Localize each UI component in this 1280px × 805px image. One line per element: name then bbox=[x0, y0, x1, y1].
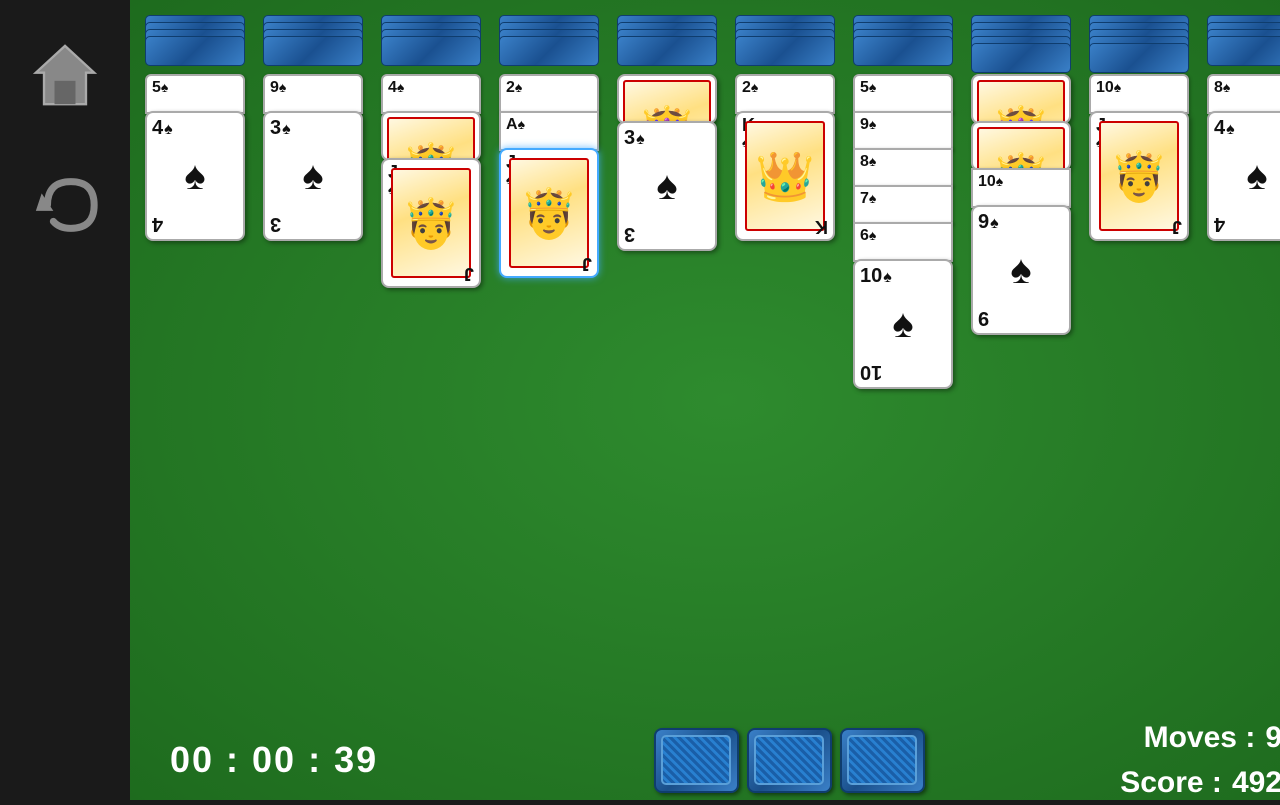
table-row[interactable]: K ♠ 👑 K bbox=[735, 111, 835, 241]
table-row[interactable]: Q ♠ 👸 bbox=[617, 74, 717, 124]
table-row[interactable]: J ♠ 🤴 J bbox=[381, 158, 481, 288]
table-row[interactable]: A♠ bbox=[499, 111, 599, 151]
table-row[interactable]: 9♠ bbox=[263, 74, 363, 114]
table-row[interactable]: 8♠ bbox=[1207, 74, 1280, 114]
column-4: 2♠ A♠ J ♠ 🤴 J bbox=[494, 15, 604, 278]
table-row[interactable]: 2♠ bbox=[735, 74, 835, 114]
columns-area: 5♠ 4♠ ♠ 4 9♠ 3♠ ♠ 3 bbox=[130, 0, 1280, 720]
table-row[interactable]: J ♠ 🤴 J bbox=[499, 148, 599, 278]
status-bar: 00 : 00 : 39 Moves : 9 Score : 492 bbox=[130, 720, 1280, 800]
stock-card-2[interactable] bbox=[747, 728, 832, 793]
home-icon bbox=[30, 40, 100, 110]
undo-icon bbox=[30, 170, 100, 240]
column-10: 8♠ 4♠ ♠ 4 bbox=[1202, 15, 1280, 241]
stock-card-3[interactable] bbox=[840, 728, 925, 793]
stock-card-1[interactable] bbox=[654, 728, 739, 793]
table-row[interactable]: 10♠ ♠ 10 bbox=[853, 259, 953, 389]
moves-label: Moves : bbox=[1144, 715, 1256, 760]
table-row[interactable]: 9♠ ♠ 9 bbox=[971, 205, 1071, 335]
column-1: 5♠ 4♠ ♠ 4 bbox=[140, 15, 250, 241]
column-8: Q ♠ 👸 J ♠ 🤴 10♠ 9♠ ♠ 9 bbox=[966, 15, 1076, 335]
table-row[interactable]: 10♠ bbox=[971, 168, 1071, 208]
table-row[interactable]: 10♠ bbox=[1089, 74, 1189, 114]
home-button[interactable] bbox=[30, 40, 100, 110]
table-row[interactable]: J ♠ 🤴 bbox=[971, 121, 1071, 171]
table-row[interactable]: 4♠ ♠ 4 bbox=[145, 111, 245, 241]
table-row[interactable]: 4♠ ♠ 4 bbox=[1207, 111, 1280, 241]
table-row[interactable]: 6♠ bbox=[853, 222, 953, 262]
column-9: 10♠ J ♠ 🤴 J bbox=[1084, 15, 1194, 241]
score-value: 492 bbox=[1232, 760, 1280, 805]
table-row[interactable]: 2♠ bbox=[499, 74, 599, 114]
table-row[interactable]: 3♠ ♠ 3 bbox=[617, 121, 717, 251]
table-row[interactable]: 3♠ ♠ 3 bbox=[263, 111, 363, 241]
table-row[interactable]: 5♠ bbox=[145, 74, 245, 114]
column-5: Q ♠ 👸 3♠ ♠ 3 bbox=[612, 15, 722, 251]
undo-button[interactable] bbox=[30, 170, 100, 240]
stock-pile[interactable] bbox=[654, 728, 925, 793]
table-row[interactable]: 7♠ bbox=[853, 185, 953, 225]
table-row[interactable]: 8♠ bbox=[853, 148, 953, 188]
moves-value: 9 bbox=[1265, 715, 1280, 760]
score-label: Score : bbox=[1120, 760, 1222, 805]
table-row[interactable]: J ♠ 🤴 J bbox=[1089, 111, 1189, 241]
table-row[interactable]: Q ♠ 👸 bbox=[971, 74, 1071, 124]
column-6: 2♠ K ♠ 👑 K bbox=[730, 15, 840, 241]
table-row[interactable]: 4♠ bbox=[381, 74, 481, 114]
score-moves: Moves : 9 Score : 492 bbox=[1120, 715, 1280, 805]
table-row[interactable]: 9♠ bbox=[853, 111, 953, 151]
timer: 00 : 00 : 39 bbox=[170, 739, 378, 781]
game-area: 5♠ 4♠ ♠ 4 9♠ 3♠ ♠ 3 bbox=[130, 0, 1280, 800]
column-2: 9♠ 3♠ ♠ 3 bbox=[258, 15, 368, 241]
column-7: 5♠ 9♠ 8♠ 7♠ 6♠ 10♠ ♠ 10 bbox=[848, 15, 958, 389]
table-row[interactable]: 5♠ bbox=[853, 74, 953, 114]
sidebar bbox=[0, 0, 130, 800]
column-3: 4♠ J ♠ 🤴 J ♠ 🤴 J bbox=[376, 15, 486, 288]
table-row[interactable]: J ♠ 🤴 bbox=[381, 111, 481, 161]
